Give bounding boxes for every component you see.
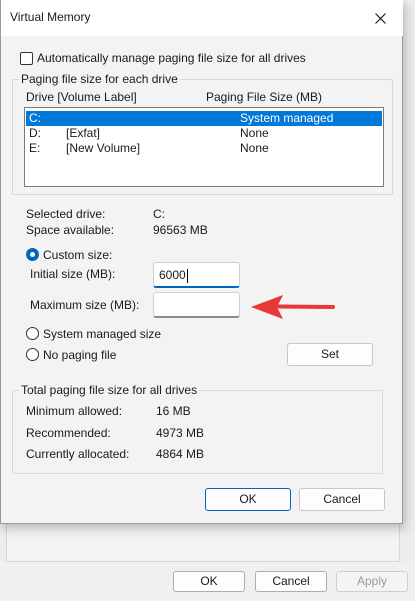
drive-row[interactable]: D: [Exfat] None [26, 126, 382, 141]
virtual-memory-dialog: Virtual Memory Automatically manage pagi… [0, 0, 403, 524]
drive-list[interactable]: C: System managed D: [Exfat] None E: [Ne… [24, 107, 384, 187]
system-managed-label: System managed size [43, 327, 162, 341]
auto-manage-checkbox[interactable] [20, 52, 33, 65]
set-button[interactable]: Set [287, 343, 373, 366]
drive-volume-label: [New Volume] [66, 141, 141, 155]
drive-paging-size: None [240, 141, 269, 155]
recommended-label: Recommended: [26, 426, 111, 440]
column-header-size: Paging File Size (MB) [206, 90, 323, 104]
space-available-label: Space available: [26, 223, 115, 237]
selected-drive-label: Selected drive: [26, 207, 106, 221]
custom-size-radio[interactable] [26, 248, 39, 261]
text-caret [186, 268, 188, 283]
drive-row[interactable]: C: System managed [26, 111, 382, 126]
drive-volume-label: [Exfat] [66, 126, 101, 140]
drive-paging-size: System managed [240, 111, 334, 125]
maximum-size-label: Maximum size (MB): [30, 298, 140, 312]
no-paging-radio[interactable] [26, 348, 39, 361]
total-group-title: Total paging file size for all drives [19, 383, 200, 397]
initial-size-input[interactable]: 6000 [153, 262, 240, 288]
titlebar: Virtual Memory [1, 0, 403, 36]
auto-manage-label: Automatically manage paging file size fo… [37, 51, 306, 65]
ok-button[interactable]: OK [205, 488, 291, 511]
drive-letter: C: [29, 111, 41, 125]
drive-row[interactable]: E: [New Volume] None [26, 141, 382, 156]
cancel-button[interactable]: Cancel [299, 488, 385, 511]
close-icon [375, 13, 386, 24]
column-header-drive: Drive [Volume Label] [26, 90, 137, 104]
system-managed-radio[interactable] [26, 327, 39, 340]
maximum-size-input[interactable] [153, 292, 240, 318]
initial-size-label: Initial size (MB): [30, 267, 116, 281]
currently-allocated-value: 4864 MB [156, 447, 205, 461]
close-button[interactable] [367, 6, 393, 30]
no-paging-label: No paging file [43, 348, 117, 362]
currently-allocated-label: Currently allocated: [26, 447, 130, 461]
recommended-value: 4973 MB [156, 426, 205, 440]
paging-group-title: Paging file size for each drive [19, 72, 180, 86]
background-apply-button: Apply [336, 571, 408, 592]
minimum-allowed-value: 16 MB [156, 404, 191, 418]
background-cancel-button[interactable]: Cancel [255, 571, 327, 592]
drive-paging-size: None [240, 126, 269, 140]
red-arrow-icon [251, 295, 335, 319]
background-ok-button[interactable]: OK [173, 571, 245, 592]
drive-letter: E: [29, 141, 41, 155]
selected-drive-value: C: [153, 207, 165, 221]
custom-size-label: Custom size: [43, 248, 113, 262]
space-available-value: 96563 MB [153, 223, 208, 237]
minimum-allowed-label: Minimum allowed: [26, 404, 123, 418]
drive-letter: D: [29, 126, 41, 140]
dialog-title: Virtual Memory [10, 10, 91, 24]
initial-size-value: 6000 [159, 268, 186, 282]
